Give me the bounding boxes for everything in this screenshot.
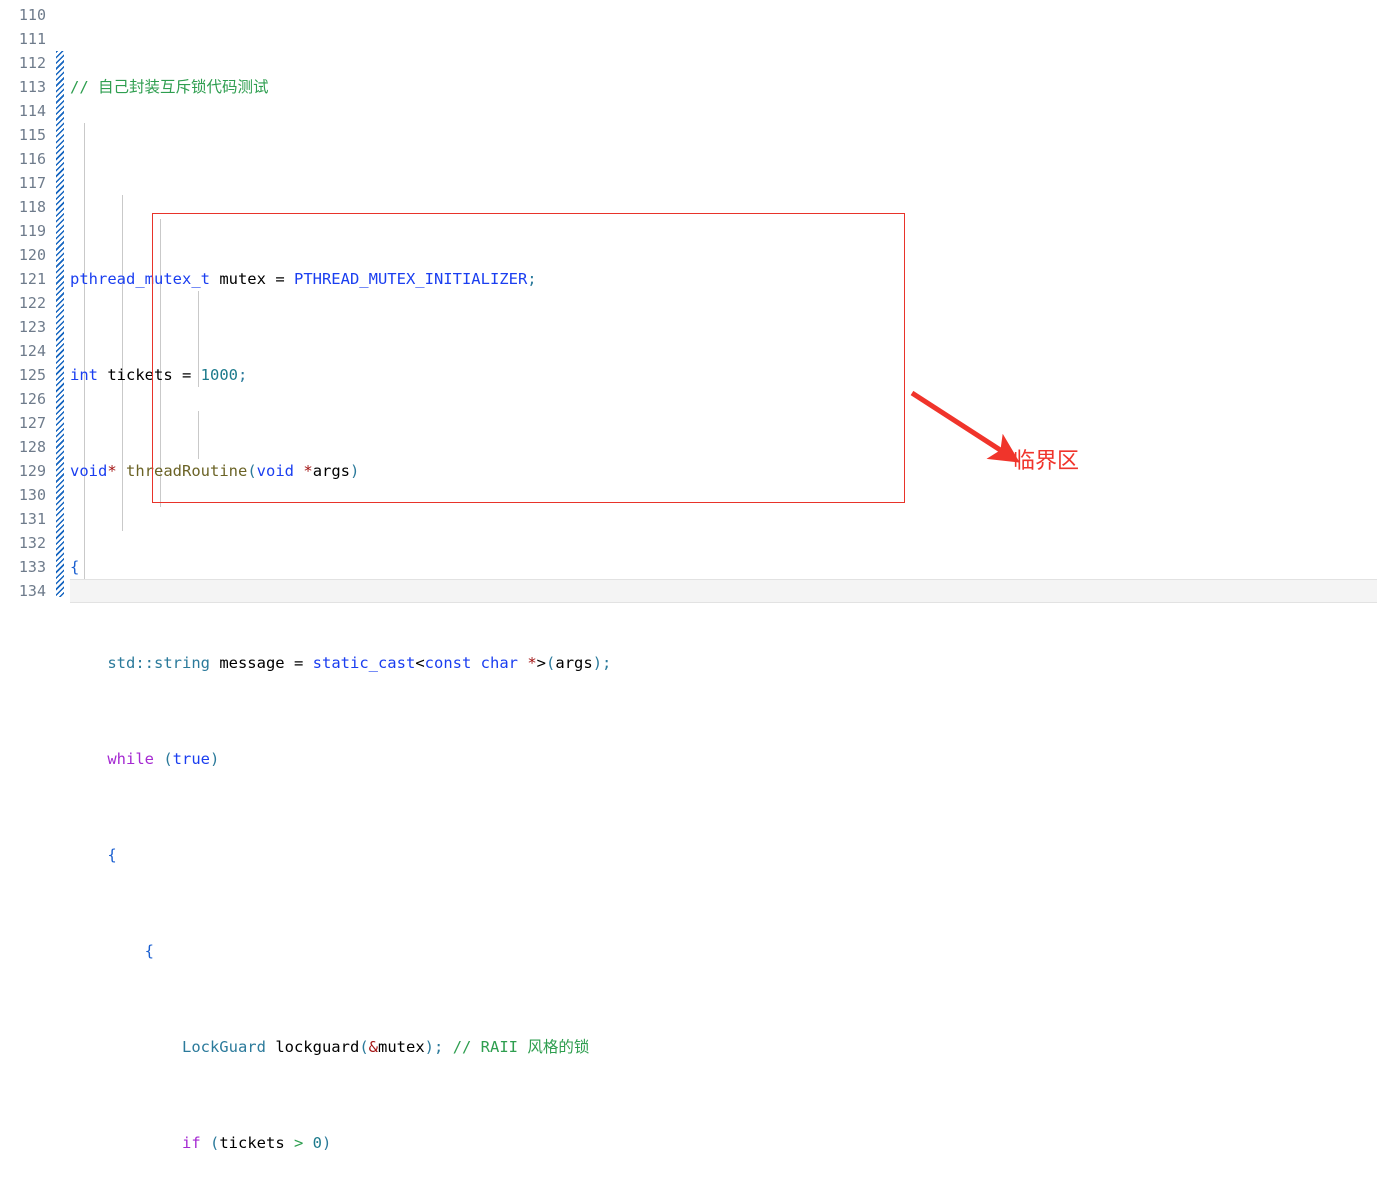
number-token: 1000 [200,366,238,384]
identifier-token: tickets [219,1134,294,1152]
semicolon-token: ; [602,654,612,672]
paren-token: ) [322,1134,332,1152]
line-number: 120 [18,246,46,264]
code-line-121[interactable]: if (tickets > 0) [70,1131,844,1155]
code-line-111[interactable] [70,171,844,195]
line-number: 119 [18,222,46,240]
code-line-114[interactable]: void* threadRoutine(void *args) [70,459,844,483]
line-number: 129 [18,462,46,480]
type-token: pthread_mutex_t [70,270,210,288]
code-line-116[interactable]: std::string message = static_cast<const … [70,651,844,675]
operator-token: = [182,366,201,384]
identifier-token: lockguard [265,1038,360,1056]
identifier-token: mutex [378,1038,425,1056]
annotation-arrow-icon [910,390,1020,463]
address-of-token: & [368,1038,378,1056]
number-token: 0 [303,1134,322,1152]
type-token: int [70,366,98,384]
type-token: void [256,462,304,480]
line-number-column: 110 111 112 113 114 115 116 117 118 119 … [0,0,46,603]
code-line-115[interactable]: { [70,555,844,579]
code-line-118[interactable]: { [70,843,844,867]
paren-token: ) [424,1038,435,1056]
code-line-112[interactable]: pthread_mutex_t mutex = PTHREAD_MUTEX_IN… [70,267,844,291]
keyword-token: while [107,750,154,768]
line-number: 118 [18,198,46,216]
operator-token: = [275,270,294,288]
identifier-token: args [555,654,593,672]
line-number: 125 [18,366,46,384]
comment-token: // RAII 风格的锁 [443,1038,590,1056]
line-number: 132 [18,534,46,552]
line-number: 134 [18,582,46,600]
code-content[interactable]: // 自己封装互斥锁代码测试 pthread_mutex_t mutex = P… [70,3,844,1200]
identifier-token: mutex [209,270,276,288]
semicolon-token: ; [527,270,537,288]
code-line-120[interactable]: LockGuard lockguard(&mutex); // RAII 风格的… [70,1035,844,1059]
paren-token: ) [210,750,220,768]
line-number: 111 [18,30,46,48]
paren-token: ) [350,462,360,480]
line-number: 131 [18,510,46,528]
line-number: 121 [18,270,46,288]
code-line-117[interactable]: while (true) [70,747,844,771]
brace-token: { [144,942,154,960]
line-number: 110 [18,6,46,24]
line-number: 133 [18,558,46,576]
operator-token: * [107,462,117,480]
operator-token: * [303,462,313,480]
paren-token: ) [592,654,603,672]
change-bar-indicator [56,51,64,597]
type-token: void [70,462,108,480]
code-line-113[interactable]: int tickets = 1000; [70,363,844,387]
code-line-110[interactable]: // 自己封装互斥锁代码测试 [70,75,844,99]
line-number: 127 [18,414,46,432]
angle-token: < [415,654,425,672]
class-token: LockGuard [181,1038,266,1056]
operator-token: * [527,654,537,672]
line-number: 114 [18,102,46,120]
line-number: 126 [18,390,46,408]
line-number: 123 [18,318,46,336]
angle-token: > [536,654,547,672]
line-number: 113 [18,78,46,96]
code-line-119[interactable]: { [70,939,844,963]
function-name-token: threadRoutine [116,462,248,480]
paren-token: ( [546,654,556,672]
editor-gutter: 110 111 112 113 114 115 116 117 118 119 … [0,0,56,600]
line-number: 128 [18,438,46,456]
paren-token: ( [154,750,173,768]
line-number: 112 [18,54,46,72]
keyword-token: if [181,1134,201,1152]
line-number: 124 [18,342,46,360]
literal-token: true [172,750,210,768]
operator-token: = [293,654,313,672]
line-number: 116 [18,150,46,168]
line-number: 130 [18,486,46,504]
line-number: 117 [18,174,46,192]
cast-keyword-token: static_cast [312,654,416,672]
macro-token: PTHREAD_MUTEX_INITIALIZER [293,270,528,288]
brace-token: { [107,846,117,864]
semicolon-token: ; [434,1038,444,1056]
type-token: char [471,654,528,672]
class-token: std::string [107,654,210,672]
paren-token: ( [247,462,257,480]
keyword-token: const [424,654,472,672]
identifier-token: message [209,654,294,672]
semicolon-token: ; [238,366,248,384]
comment-token: // 自己封装互斥锁代码测试 [70,78,269,96]
brace-token: { [70,558,80,576]
identifier-token: tickets [98,366,182,384]
operator-token: > [293,1134,304,1152]
line-number: 115 [18,126,46,144]
line-number: 122 [18,294,46,312]
paren-token: ( [359,1038,369,1056]
annotation-label: 临界区 [1013,449,1080,474]
identifier-token: args [312,462,351,480]
code-editor[interactable]: 110 111 112 113 114 115 116 117 118 119 … [0,0,1377,1152]
paren-token: ( [200,1134,220,1152]
